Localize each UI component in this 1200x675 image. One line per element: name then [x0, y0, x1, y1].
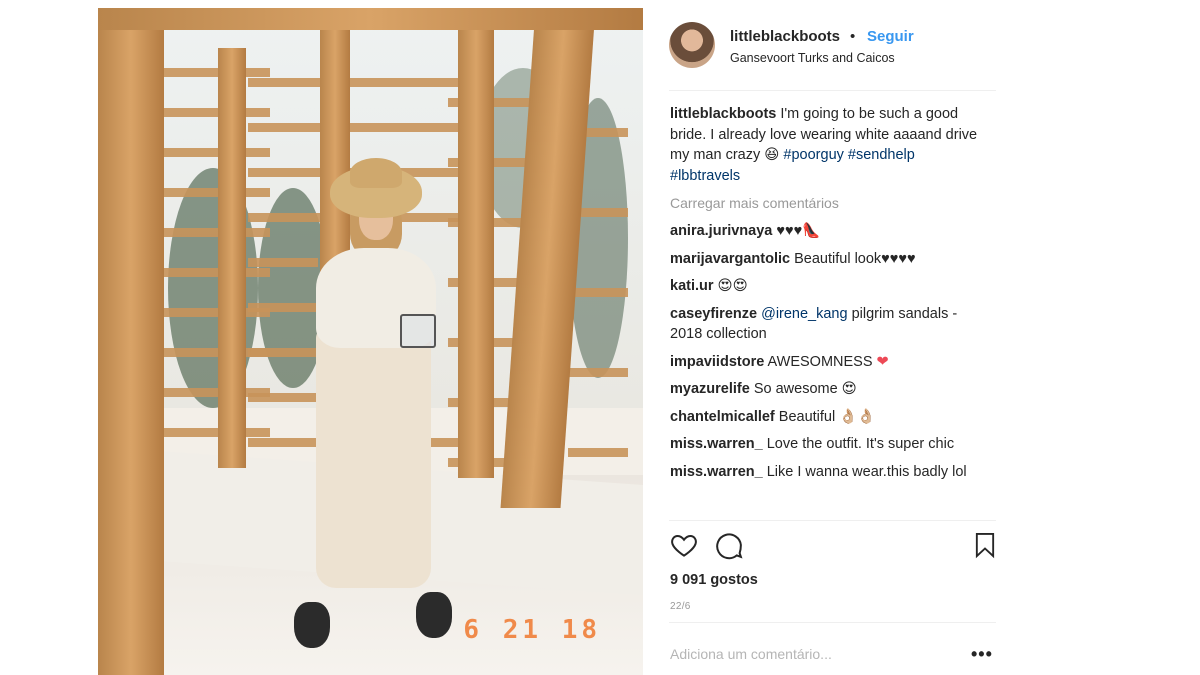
- comment-text: Beautiful look♥♥♥♥: [790, 250, 916, 267]
- add-comment-divider: [669, 622, 996, 623]
- photo-slat: [160, 148, 270, 157]
- photo-slat: [568, 448, 628, 457]
- comment-item: myazurelife So awesome 😍: [670, 379, 980, 400]
- photo-person-pants: [316, 328, 431, 588]
- comment-item: miss.warren_ Love the outfit. It's super…: [670, 434, 980, 455]
- photo-clear-bag: [400, 314, 436, 348]
- comment-username[interactable]: marijavargantolic: [670, 251, 790, 267]
- avatar[interactable]: [669, 22, 715, 68]
- photo-slat: [248, 78, 458, 87]
- photo-straw-hat-crown: [350, 158, 402, 188]
- comment-username[interactable]: impaviidstore: [670, 354, 764, 370]
- hashtag[interactable]: #lbbtravels: [670, 168, 740, 184]
- post-header: littleblackboots • Seguir Gansevoort Tur…: [669, 22, 999, 82]
- header-divider: [669, 90, 996, 91]
- follow-button[interactable]: Seguir: [867, 28, 914, 45]
- caption-username[interactable]: littleblackboots: [670, 106, 776, 122]
- comments-divider: [669, 520, 996, 521]
- photo-sandal-right: [416, 592, 452, 638]
- comment-text: 😍😍: [713, 278, 748, 294]
- comment-item: impaviidstore AWESOMNESS ❤: [670, 352, 980, 373]
- hashtag[interactable]: #poorguy: [783, 147, 843, 163]
- comment-item: chantelmicallef Beautiful 👌🏼👌🏼: [670, 407, 980, 428]
- comment-bubble-icon[interactable]: [714, 530, 746, 562]
- post-date: 22/6: [670, 601, 691, 612]
- heart-emoji: ❤: [876, 353, 889, 370]
- add-comment-input[interactable]: Adiciona um comentário...: [670, 646, 930, 662]
- comment-mention[interactable]: @irene_kang: [761, 306, 847, 322]
- bookmark-icon[interactable]: [971, 530, 1003, 562]
- photo-slat: [160, 68, 270, 77]
- photo-slat: [160, 108, 270, 117]
- comment-text: Love the outfit. It's super chic: [762, 436, 955, 452]
- hashtag[interactable]: #sendhelp: [848, 147, 915, 163]
- photo-sandal-left: [294, 602, 330, 648]
- photo-wood-beam: [98, 8, 164, 675]
- comment-username[interactable]: anira.jurivnaya: [670, 223, 772, 239]
- load-more-comments-button[interactable]: Carregar mais comentários: [670, 195, 980, 211]
- photo-slat: [248, 258, 318, 267]
- comment-username[interactable]: chantelmicallef: [670, 409, 775, 425]
- photo-slat: [160, 268, 270, 277]
- author-username[interactable]: littleblackboots: [730, 28, 840, 45]
- photo-slat: [248, 303, 318, 312]
- photo-slat: [248, 348, 318, 357]
- comment-text: So awesome 😍: [749, 381, 857, 397]
- post-side-panel: littleblackboots • Seguir Gansevoort Tur…: [643, 8, 1013, 675]
- comment-item: anira.jurivnaya ♥♥♥👠: [670, 221, 980, 242]
- heart-icon[interactable]: [669, 530, 701, 562]
- comment-username[interactable]: caseyfirenze: [670, 306, 757, 322]
- comments-list[interactable]: littleblackboots I'm going to be such a …: [670, 104, 980, 524]
- comment-username[interactable]: miss.warren_: [670, 436, 763, 452]
- comment-item: caseyfirenze @irene_kang pilgrim sandals…: [670, 304, 980, 345]
- photo-slat: [160, 188, 270, 197]
- comment-username[interactable]: miss.warren_: [670, 464, 763, 480]
- comment-item: marijavargantolic Beautiful look♥♥♥♥: [670, 249, 980, 270]
- post-location[interactable]: Gansevoort Turks and Caicos: [730, 51, 895, 65]
- comment-text: Like I wanna wear.this badly lol: [762, 463, 967, 480]
- photo-slat: [160, 228, 270, 237]
- comment-item: kati.ur 😍😍: [670, 276, 980, 297]
- photo-wood-beam: [458, 8, 494, 478]
- photo-wood-beam: [98, 8, 643, 30]
- likes-count[interactable]: 9 091 gostos: [670, 572, 758, 588]
- comment-item: miss.warren_ Like I wanna wear.this badl…: [670, 462, 980, 483]
- photo-slat: [248, 123, 458, 132]
- separator-dot: •: [850, 28, 856, 45]
- comment-text: Beautiful 👌🏼👌🏼: [774, 408, 876, 425]
- comment-username[interactable]: myazurelife: [670, 381, 750, 397]
- comment-text: AWESOMNESS: [764, 353, 877, 370]
- photo-slat: [248, 393, 318, 402]
- more-options-icon[interactable]: •••: [971, 644, 993, 665]
- comment-text: ♥♥♥👠: [772, 223, 821, 239]
- photo-wood-beam: [218, 48, 246, 468]
- comment-username[interactable]: kati.ur: [670, 278, 714, 294]
- photo-slat: [568, 288, 628, 297]
- post-caption: littleblackboots I'm going to be such a …: [670, 104, 980, 186]
- photo-date-stamp: 6 21 18: [463, 615, 601, 645]
- photo-slat: [568, 368, 628, 377]
- post-photo[interactable]: 6 21 18: [98, 8, 643, 675]
- post-actions: [669, 530, 999, 564]
- photo-slat: [160, 428, 270, 437]
